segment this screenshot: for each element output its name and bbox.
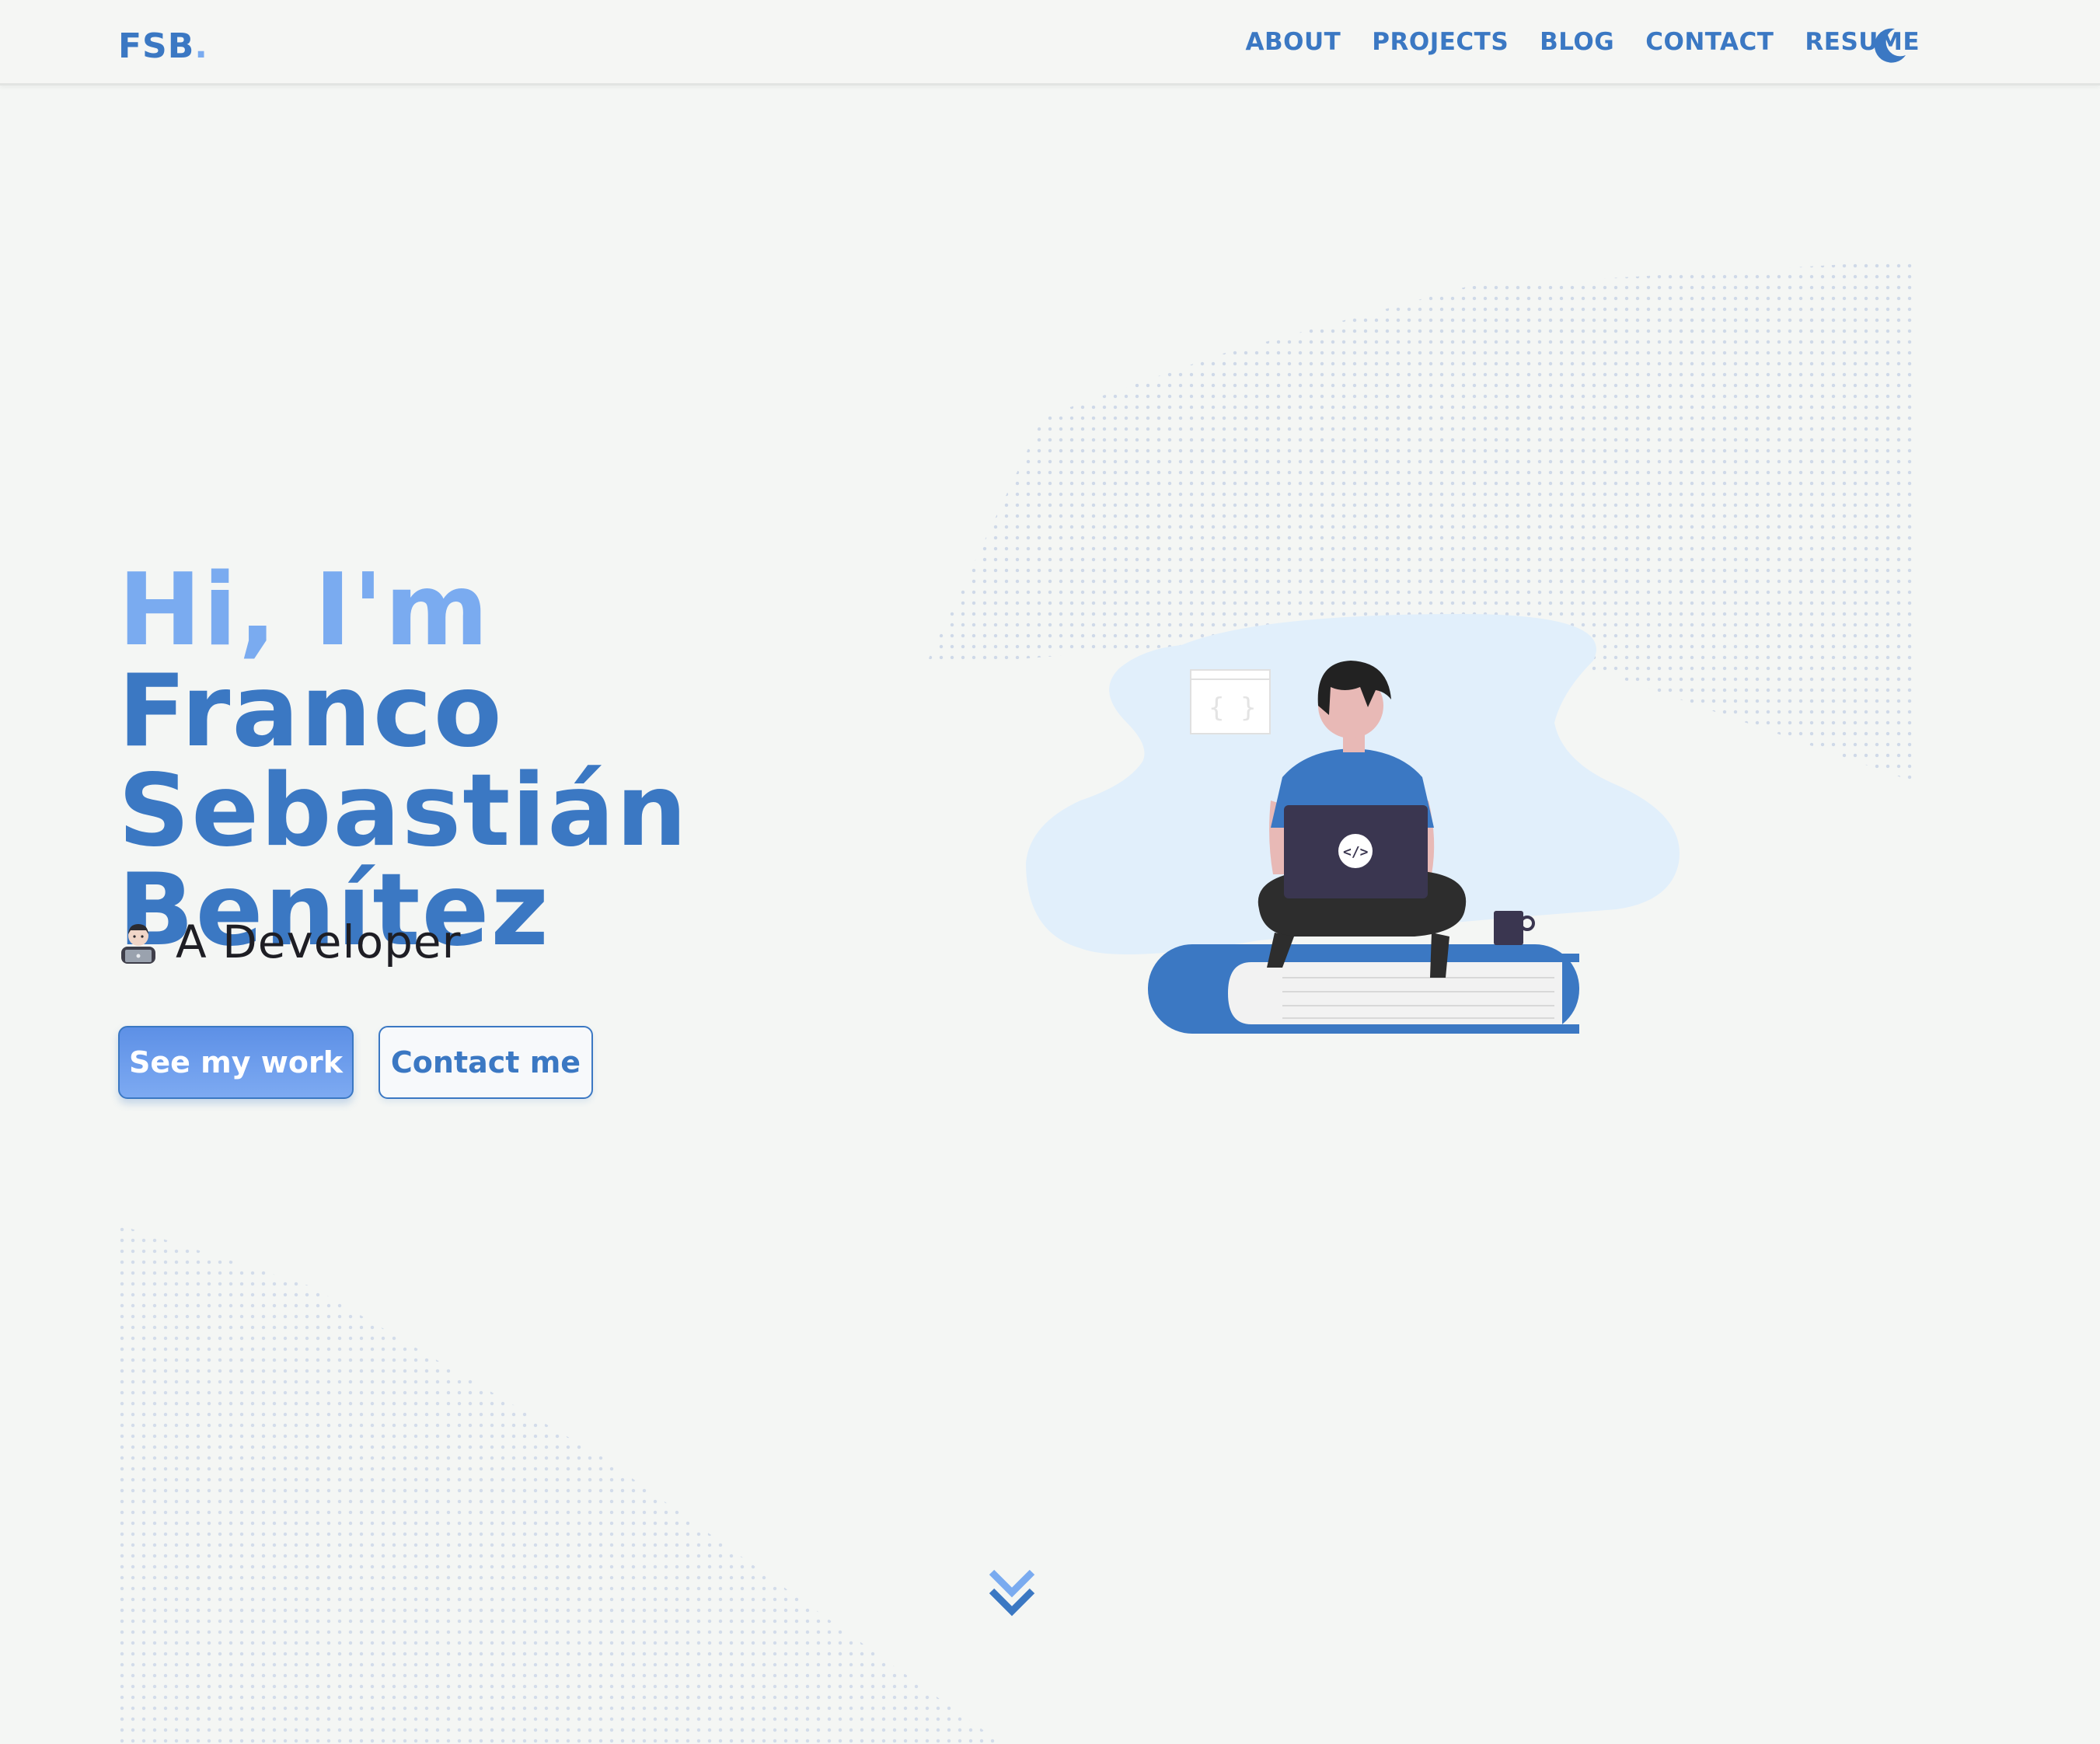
- svg-text:{ }: { }: [1209, 692, 1256, 724]
- nav-about[interactable]: ABOUT: [1245, 28, 1341, 56]
- site-logo[interactable]: FSB.: [118, 26, 208, 66]
- nav-projects[interactable]: PROJECTS: [1372, 28, 1509, 56]
- dot-pattern-bottom: [117, 1224, 1003, 1744]
- role-text: A Developer: [176, 916, 462, 968]
- svg-text:</>: </>: [1343, 844, 1369, 860]
- double-chevron-down-icon[interactable]: [987, 1566, 1037, 1617]
- page: FSB. ABOUT PROJECTS BLOG CONTACT RESUME …: [0, 0, 2100, 1744]
- moon-icon: [1874, 28, 1906, 63]
- navbar: FSB. ABOUT PROJECTS BLOG CONTACT RESUME: [0, 0, 2100, 85]
- book-icon: [1148, 944, 1579, 1034]
- nav-blog[interactable]: BLOG: [1540, 28, 1614, 56]
- theme-toggle-button[interactable]: [1872, 26, 1909, 66]
- see-my-work-button[interactable]: See my work: [118, 1026, 354, 1099]
- man-technologist-icon: [121, 924, 155, 964]
- coffee-mug-icon: [1494, 911, 1535, 945]
- hero-greeting: Hi, I'm: [118, 553, 490, 668]
- logo-dot: .: [194, 26, 209, 66]
- hero-role: A Developer: [118, 916, 461, 968]
- logo-text: FSB: [118, 26, 195, 66]
- hero-name-first: Franco Sebastián: [118, 654, 689, 869]
- code-window-icon: { }: [1190, 669, 1271, 734]
- contact-me-button[interactable]: Contact me: [378, 1026, 593, 1099]
- nav-links: ABOUT PROJECTS BLOG CONTACT RESUME: [1214, 28, 1920, 56]
- developer-illustration: { } </>: [1026, 614, 1680, 1034]
- nav-contact[interactable]: CONTACT: [1645, 28, 1774, 56]
